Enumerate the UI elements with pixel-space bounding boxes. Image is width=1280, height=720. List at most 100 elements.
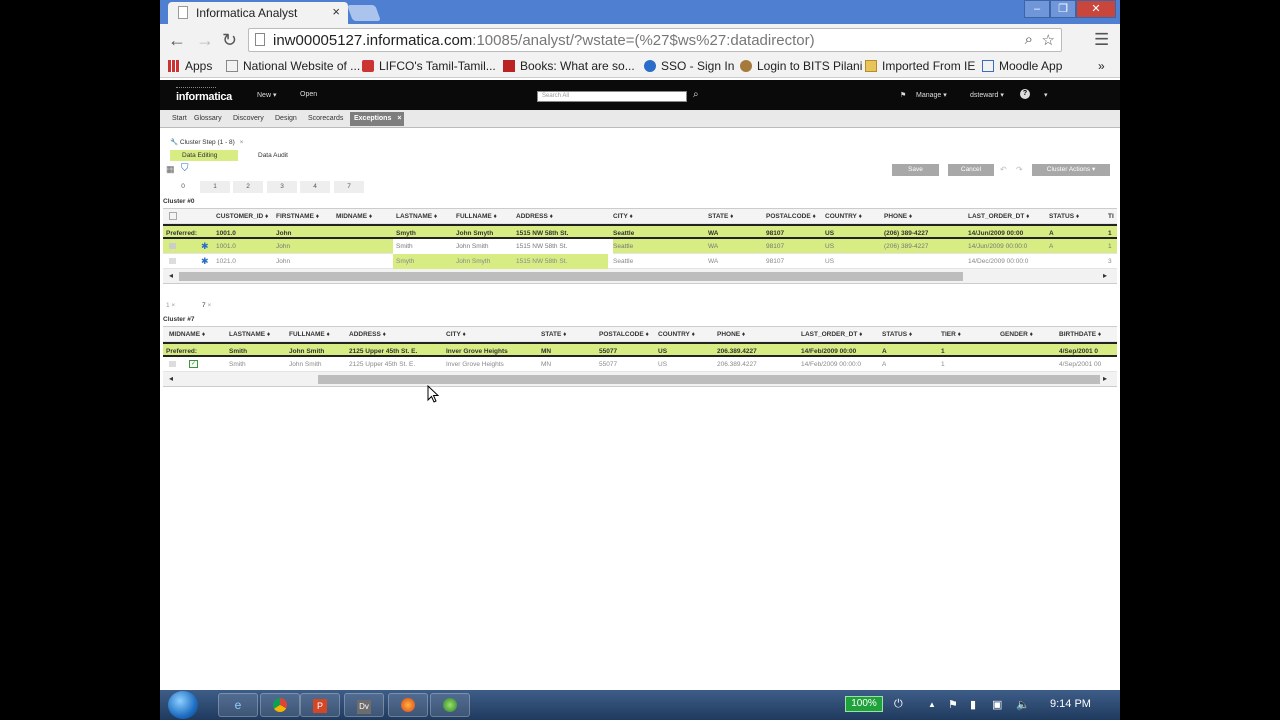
cluster-tab-7-small[interactable]: 7 × [202, 302, 211, 309]
horizontal-scrollbar[interactable]: ◂ ▸ [163, 372, 1117, 386]
show-hidden-icons[interactable]: ▲ [928, 700, 936, 709]
url-input[interactable]: inw00005127.informatica.com:10085/analys… [248, 28, 1062, 52]
col-midname[interactable]: MIDNAME ♦ [169, 331, 205, 338]
select-all-checkbox[interactable] [169, 212, 177, 220]
col-postalcode[interactable]: POSTALCODE ♦ [766, 213, 816, 220]
save-button[interactable]: Save [892, 164, 939, 176]
scrollbar-thumb[interactable] [318, 375, 1100, 384]
bookmark-moodle[interactable]: Moodle App [982, 59, 1062, 73]
check-icon[interactable]: ✓ [189, 360, 198, 368]
col-phone[interactable]: PHONE ♦ [717, 331, 745, 338]
undo-icon[interactable]: ↶ [1000, 165, 1007, 174]
cluster-tab-4[interactable]: 4 [300, 181, 330, 193]
user-menu[interactable]: dsteward ▾ [970, 91, 1004, 99]
scroll-right-icon[interactable]: ▸ [1103, 271, 1107, 280]
col-firstname[interactable]: FIRSTNAME ♦ [276, 213, 319, 220]
table-row[interactable]: ✓ Smith John Smith 2125 Upper 45th St. E… [163, 357, 1117, 372]
col-tier[interactable]: TIER ♦ [941, 331, 961, 338]
col-city[interactable]: CITY ♦ [613, 213, 633, 220]
system-clock[interactable]: 9:14 PM [1050, 698, 1091, 710]
ie-taskbar-icon[interactable]: e [218, 693, 258, 717]
preferred-row[interactable]: Preferred: Smith John Smith 2125 Upper 4… [163, 342, 1117, 357]
flag-icon[interactable]: ⚑ [948, 698, 958, 711]
bookmark-books[interactable]: Books: What are so... [503, 59, 635, 73]
cluster-step-tab[interactable]: 🔧 Cluster Step (1 - 8) × [170, 138, 243, 146]
cluster-tab-2[interactable]: 2 [233, 181, 263, 193]
col-address[interactable]: ADDRESS ♦ [516, 213, 553, 220]
network-icon[interactable]: ▮ [970, 698, 976, 711]
col-tier[interactable]: TI [1108, 213, 1114, 220]
reload-icon[interactable]: ↻ [222, 30, 237, 51]
col-state[interactable]: STATE ♦ [541, 331, 566, 338]
globe-taskbar-icon[interactable] [430, 693, 470, 717]
cluster-tab-1[interactable]: 1 [200, 181, 230, 193]
search-icon[interactable]: ⌕ [1025, 31, 1033, 48]
col-last-order-dt[interactable]: LAST_ORDER_DT ♦ [801, 331, 862, 338]
preferred-row[interactable]: Preferred: 1001.0 John Smyth John Smyth … [163, 224, 1117, 239]
firefox-taskbar-icon[interactable] [388, 693, 428, 717]
cluster-tab-3[interactable]: 3 [267, 181, 297, 193]
close-icon[interactable]: × [240, 139, 244, 146]
row-checkbox[interactable] [169, 361, 176, 367]
col-state[interactable]: STATE ♦ [708, 213, 733, 220]
col-customer-id[interactable]: CUSTOMER_ID ♦ [216, 213, 268, 220]
bookmark-national-website[interactable]: National Website of ... [226, 59, 360, 73]
tab-glossary[interactable]: Glossary [194, 115, 222, 122]
cluster-tab-0[interactable]: 0 [168, 181, 198, 193]
filter-icon[interactable]: ⛉ [181, 163, 189, 174]
bookmark-lifco[interactable]: LIFCO's Tamil-Tamil... [362, 59, 496, 73]
col-lastname[interactable]: LASTNAME ♦ [229, 331, 270, 338]
powerpoint-taskbar-icon[interactable]: P [300, 693, 340, 717]
cancel-button[interactable]: Cancel [948, 164, 994, 176]
forward-icon[interactable]: → [196, 30, 214, 51]
tab-close-icon[interactable]: × [332, 4, 340, 19]
battery-indicator[interactable]: 100% [845, 696, 883, 712]
help-icon[interactable]: ? [1020, 89, 1030, 99]
row-checkbox[interactable] [169, 258, 176, 264]
minimize-button[interactable]: – [1024, 0, 1050, 18]
chevron-down-icon[interactable]: ▾ [1044, 91, 1048, 99]
new-tab-button[interactable] [347, 5, 381, 21]
table-row[interactable]: ✱ 1021.0 John Smyth John Smyth 1515 NW 5… [163, 254, 1117, 269]
col-status[interactable]: STATUS ♦ [882, 331, 912, 338]
menu-icon[interactable]: ☰ [1094, 30, 1109, 50]
col-lastname[interactable]: LASTNAME ♦ [396, 213, 437, 220]
redo-icon[interactable]: ↷ [1016, 165, 1023, 174]
back-icon[interactable]: ← [168, 30, 186, 51]
pin-icon[interactable]: ✱ [201, 256, 209, 267]
col-status[interactable]: STATUS ♦ [1049, 213, 1079, 220]
col-phone[interactable]: PHONE ♦ [884, 213, 912, 220]
tab-start[interactable]: Start [172, 115, 187, 122]
horizontal-scrollbar[interactable]: ◂ ▸ [163, 269, 1117, 283]
col-birthdate[interactable]: BIRTHDATE ♦ [1059, 331, 1101, 338]
bookmarks-more[interactable]: » [1098, 59, 1105, 73]
developer-taskbar-icon[interactable]: Dv [344, 693, 384, 717]
bookmark-apps[interactable]: Apps [168, 59, 212, 73]
scrollbar-thumb[interactable] [179, 272, 963, 281]
bookmark-imported-from-ie[interactable]: Imported From IE [865, 59, 975, 73]
bookmark-bits[interactable]: Login to BITS Pilani [740, 59, 862, 73]
cluster-actions-button[interactable]: Cluster Actions ▾ [1032, 164, 1110, 176]
close-window-button[interactable]: ✕ [1076, 0, 1116, 18]
col-midname[interactable]: MIDNAME ♦ [336, 213, 372, 220]
col-fullname[interactable]: FULLNAME ♦ [456, 213, 497, 220]
start-button[interactable] [168, 691, 198, 719]
star-icon[interactable]: ☆ [1042, 31, 1055, 49]
chrome-taskbar-icon[interactable] [260, 693, 300, 717]
tab-discovery[interactable]: Discovery [233, 115, 264, 122]
tab-design[interactable]: Design [275, 115, 297, 122]
col-address[interactable]: ADDRESS ♦ [349, 331, 386, 338]
cluster-tab-1-small[interactable]: 1 × [166, 302, 175, 309]
col-gender[interactable]: GENDER ♦ [1000, 331, 1033, 338]
col-country[interactable]: COUNTRY ♦ [825, 213, 862, 220]
browser-tab[interactable]: Informatica Analyst × [168, 2, 348, 24]
col-last-order-dt[interactable]: LAST_ORDER_DT ♦ [968, 213, 1029, 220]
col-postalcode[interactable]: POSTALCODE ♦ [599, 331, 649, 338]
grid-view-icon[interactable]: ▦ [166, 164, 175, 175]
col-fullname[interactable]: FULLNAME ♦ [289, 331, 330, 338]
search-input[interactable]: Search All [537, 91, 687, 102]
table-row[interactable]: ✱ 1001.0 John Smith John Smith 1515 NW 5… [163, 239, 1117, 254]
search-icon[interactable]: ⌕ [693, 89, 699, 100]
flag-icon[interactable]: ⚑ [900, 91, 906, 99]
scroll-right-icon[interactable]: ▸ [1103, 374, 1107, 383]
